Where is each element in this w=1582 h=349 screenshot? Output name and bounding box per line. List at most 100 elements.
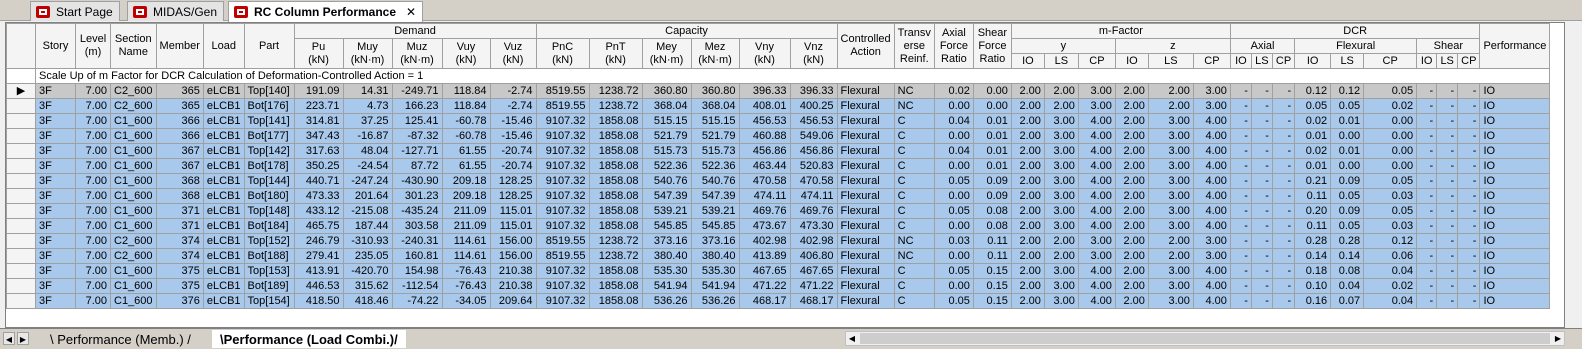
table-cell[interactable]: 3F <box>35 158 76 174</box>
table-cell[interactable]: - <box>1436 278 1459 294</box>
table-cell[interactable]: 4.00 <box>1077 113 1116 129</box>
table-cell[interactable]: eLCB1 <box>202 188 245 204</box>
table-cell[interactable]: 467.65 <box>789 263 838 279</box>
table-cell[interactable]: - <box>1416 83 1438 99</box>
table-cell[interactable]: 0.09 <box>972 188 1012 204</box>
next-sheet-icon[interactable]: ▶ <box>17 332 29 345</box>
table-cell[interactable]: 0.07 <box>1330 293 1365 309</box>
table-cell[interactable]: 347.43 <box>293 128 344 144</box>
table-cell[interactable]: - <box>1229 203 1252 219</box>
table-cell[interactable]: 0.05 <box>1330 218 1365 234</box>
table-cell[interactable]: 7.00 <box>75 278 111 294</box>
table-cell[interactable]: 3F <box>35 203 76 219</box>
table-cell[interactable]: 380.40 <box>641 248 692 264</box>
table-cell[interactable]: 2.00 <box>1114 83 1149 99</box>
table-cell[interactable]: 0.00 <box>933 278 974 294</box>
col-level-io[interactable]: IO <box>1294 53 1332 69</box>
table-cell[interactable]: eLCB1 <box>202 128 245 144</box>
table-cell[interactable]: 7.00 <box>75 233 111 249</box>
table-cell[interactable]: 474.11 <box>738 188 791 204</box>
table-cell[interactable]: - <box>1416 188 1438 204</box>
table-cell[interactable]: -2.74 <box>489 83 537 99</box>
table-cell[interactable]: 128.25 <box>489 188 537 204</box>
table-cell[interactable]: - <box>1229 113 1252 129</box>
table-cell[interactable]: 0.01 <box>1330 143 1365 159</box>
table-cell[interactable]: 2.00 <box>1114 158 1149 174</box>
table-cell[interactable]: 3F <box>35 278 76 294</box>
table-cell[interactable]: - <box>1271 248 1296 264</box>
table-cell[interactable]: 456.86 <box>789 143 838 159</box>
table-cell[interactable]: - <box>1457 83 1481 99</box>
table-cell[interactable]: 4.73 <box>342 98 393 114</box>
table-cell[interactable]: 545.85 <box>690 218 740 234</box>
table-cell[interactable]: Bot[177] <box>243 128 295 144</box>
table-cell[interactable]: 1238.72 <box>588 248 643 264</box>
table-cell[interactable]: 114.61 <box>441 248 491 264</box>
table-cell[interactable]: C2_600 <box>110 83 157 99</box>
col-capacity-pnc[interactable]: PnC (kN) <box>535 38 590 69</box>
table-row[interactable]: 3F 7.00 C1_600 376 eLCB1 Top[154] 418.50 418.46… <box>6 293 1551 309</box>
table-cell[interactable]: 0.00 <box>1330 158 1365 174</box>
table-cell[interactable]: 3.00 <box>1043 263 1079 279</box>
table-cell[interactable]: 3.00 <box>1077 83 1116 99</box>
table-cell[interactable]: 9107.32 <box>535 263 590 279</box>
table-cell[interactable]: 3.00 <box>1043 203 1079 219</box>
table-cell[interactable]: 3.00 <box>1043 128 1079 144</box>
table-cell[interactable]: - <box>1250 83 1273 99</box>
table-cell[interactable]: - <box>1436 173 1459 189</box>
row-header[interactable] <box>6 293 36 309</box>
table-cell[interactable]: 0.09 <box>1330 173 1365 189</box>
table-cell[interactable]: 7.00 <box>75 128 111 144</box>
table-cell[interactable]: Top[154] <box>243 293 295 309</box>
table-cell[interactable]: - <box>1436 188 1459 204</box>
table-cell[interactable]: -15.46 <box>489 128 537 144</box>
table-cell[interactable]: - <box>1436 113 1459 129</box>
table-cell[interactable]: -20.74 <box>489 143 537 159</box>
table-cell[interactable]: 1858.08 <box>588 128 643 144</box>
col-level-cp[interactable]: CP <box>1192 53 1231 69</box>
table-cell[interactable]: 2.00 <box>1010 248 1045 264</box>
table-cell[interactable]: 2.00 <box>1114 248 1149 264</box>
table-cell[interactable]: C1_600 <box>110 158 157 174</box>
table-cell[interactable]: eLCB1 <box>202 113 245 129</box>
table-cell[interactable]: 0.05 <box>1294 98 1332 114</box>
table-cell[interactable]: 468.17 <box>738 293 791 309</box>
table-cell[interactable]: 3F <box>35 143 76 159</box>
table-cell[interactable]: 460.88 <box>738 128 791 144</box>
table-cell[interactable]: - <box>1250 218 1273 234</box>
table-cell[interactable]: 0.02 <box>1363 98 1418 114</box>
table-cell[interactable]: 7.00 <box>75 263 111 279</box>
table-cell[interactable]: 317.63 <box>293 143 344 159</box>
tab-start-page[interactable]: Start Page <box>30 1 120 21</box>
table-cell[interactable]: 0.08 <box>972 203 1012 219</box>
table-cell[interactable]: -112.54 <box>391 278 443 294</box>
table-cell[interactable]: 3F <box>35 188 76 204</box>
table-cell[interactable]: NC <box>893 83 935 99</box>
table-cell[interactable]: C1_600 <box>110 188 157 204</box>
table-cell[interactable]: C <box>893 263 935 279</box>
row-header[interactable] <box>6 278 36 294</box>
row-header[interactable]: ▶ <box>6 83 36 99</box>
table-cell[interactable]: 2.00 <box>1147 233 1194 249</box>
table-cell[interactable]: 7.00 <box>75 203 111 219</box>
table-cell[interactable]: 7.00 <box>75 248 111 264</box>
table-cell[interactable]: 0.05 <box>1363 173 1418 189</box>
table-cell[interactable]: 8519.55 <box>535 233 590 249</box>
tab-rc-column-performance[interactable]: RC Column Performance ✕ <box>228 1 424 22</box>
table-cell[interactable]: C1_600 <box>110 218 157 234</box>
col-level-cp[interactable]: CP <box>1457 53 1481 69</box>
table-cell[interactable]: 367 <box>155 143 204 159</box>
table-cell[interactable]: IO <box>1479 143 1551 159</box>
table-cell[interactable]: eLCB1 <box>202 293 245 309</box>
table-cell[interactable]: 3.00 <box>1192 233 1231 249</box>
table-cell[interactable]: - <box>1436 128 1459 144</box>
table-cell[interactable]: 0.11 <box>1294 188 1332 204</box>
table-cell[interactable]: - <box>1271 203 1296 219</box>
table-cell[interactable]: 0.00 <box>972 98 1012 114</box>
table-cell[interactable]: 540.76 <box>690 173 740 189</box>
table-cell[interactable]: 0.11 <box>1294 218 1332 234</box>
col-level-io[interactable]: IO <box>1010 53 1045 69</box>
table-cell[interactable]: 4.00 <box>1192 203 1231 219</box>
table-cell[interactable]: - <box>1416 293 1438 309</box>
table-cell[interactable]: - <box>1271 83 1296 99</box>
